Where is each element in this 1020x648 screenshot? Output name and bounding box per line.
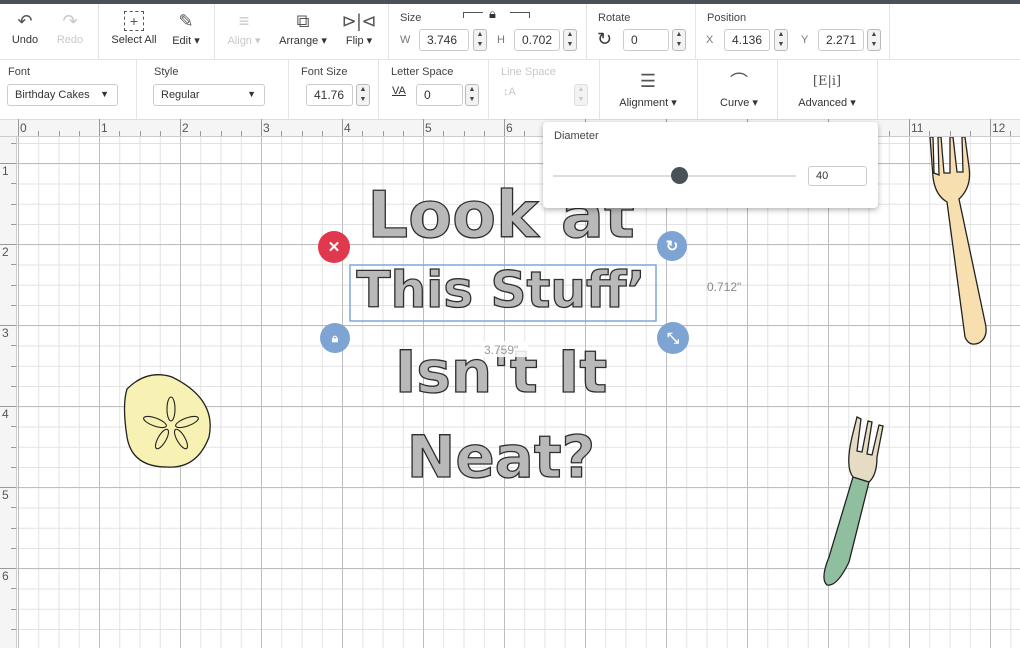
ruler-left-label: 4: [2, 407, 9, 421]
close-icon: ✕: [327, 239, 341, 256]
ruler-top-label: 6: [506, 121, 513, 135]
lock-icon: 🔒︎: [331, 330, 339, 345]
edit-button[interactable]: ✎ Edit ▾: [166, 8, 206, 48]
font-select[interactable]: Birthday Cakes ▼: [7, 84, 118, 106]
position-y-stepper[interactable]: ▲ ▼: [867, 29, 881, 51]
flip-icon: ⊳|⊲: [341, 10, 377, 31]
delete-handle[interactable]: ✕: [318, 231, 350, 263]
ruler-top-label: 5: [425, 121, 432, 135]
ruler-left: 1 2 3 4 5 6: [0, 137, 17, 648]
width-stepper[interactable]: ▲ ▼: [473, 29, 487, 51]
chevron-down-icon: ▼: [247, 89, 256, 99]
chevron-down-icon: ▼: [100, 89, 109, 99]
edit-icon: ✎: [178, 10, 194, 31]
height-input[interactable]: 0.702: [514, 29, 560, 51]
curve-popup: Diameter 40: [543, 122, 878, 208]
alignment-button[interactable]: ☰ Alignment ▾: [606, 66, 690, 110]
ruler-left-label: 6: [2, 569, 9, 583]
align-button[interactable]: ≡ Align ▾: [222, 8, 266, 48]
style-select[interactable]: Regular ▼: [153, 84, 265, 106]
position-x-stepper[interactable]: ▲ ▼: [774, 29, 788, 51]
text-toolbar: Font Birthday Cakes ▼ Style Regular ▼ Font…: [0, 60, 1020, 120]
letter-space-icon: VA: [392, 85, 406, 97]
resize-handle[interactable]: ⤡: [657, 322, 689, 354]
width-input[interactable]: 3.746: [419, 29, 469, 51]
rotate-icon: ↻: [665, 238, 679, 255]
select-all-button[interactable]: + Select All: [106, 8, 162, 46]
rotate-icon: ↻: [597, 29, 613, 49]
rotate-input[interactable]: 0: [623, 29, 669, 51]
ruler-top-label: 0: [20, 121, 27, 135]
ruler-top-label: 4: [344, 121, 351, 135]
redo-button[interactable]: ↷ Redo: [52, 8, 88, 47]
curve-icon: ⌒: [730, 72, 748, 92]
advanced-icon: [E|i]: [812, 73, 842, 89]
curve-button[interactable]: ⌒ Curve ▾: [704, 66, 774, 109]
ruler-left-label: 1: [2, 164, 9, 178]
font-size-input[interactable]: 41.76: [306, 84, 353, 106]
align-icon: ≡: [238, 10, 250, 31]
rotate-stepper[interactable]: ▲ ▼: [672, 29, 686, 51]
redo-icon: ↷: [62, 10, 78, 31]
text-line-4[interactable]: Neat?: [406, 422, 596, 491]
ruler-top-label: 3: [263, 121, 270, 135]
ruler-left-label: 2: [2, 245, 9, 259]
font-size-stepper[interactable]: ▲ ▼: [356, 84, 370, 106]
line-space-icon: ↕A: [503, 86, 516, 98]
letter-space-stepper[interactable]: ▲ ▼: [465, 84, 479, 106]
lock-handle[interactable]: 🔒︎: [320, 323, 350, 353]
flip-button[interactable]: ⊳|⊲ Flip ▾: [340, 8, 378, 48]
undo-icon: ↶: [17, 10, 33, 31]
letter-space-input[interactable]: 0: [416, 84, 463, 106]
position-x-input[interactable]: 4.136: [724, 29, 770, 51]
edit-toolbar: ↶ Undo ↷ Redo + Select All ✎ Edit ▾ ≡ Align ▾…: [0, 4, 1020, 60]
advanced-button[interactable]: [E|i] Advanced ▾: [784, 66, 870, 110]
arrange-button[interactable]: ⧉ Arrange ▾: [274, 8, 332, 48]
resize-icon: ⤡: [666, 329, 679, 347]
ruler-top-label: 11: [911, 121, 924, 135]
fork-image-green[interactable]: [823, 416, 884, 586]
rotate-handle[interactable]: ↻: [657, 231, 687, 261]
height-stepper[interactable]: ▲ ▼: [563, 29, 577, 51]
height-dimension-label: 0.712": [707, 280, 741, 294]
line-space-stepper: ▲ ▼: [574, 84, 588, 106]
select-all-icon: +: [106, 8, 162, 34]
sand-dollar-image[interactable]: [123, 374, 211, 468]
diameter-input[interactable]: 40: [808, 166, 867, 186]
ruler-top-label: 12: [992, 121, 1006, 135]
fork-image-beige[interactable]: [929, 137, 987, 345]
arrange-icon: ⧉: [296, 10, 310, 31]
width-dimension-label: 3.759": [484, 343, 518, 357]
ruler-top-label: 2: [182, 121, 189, 135]
align-left-icon: ☰: [639, 70, 657, 91]
undo-button[interactable]: ↶ Undo: [6, 8, 44, 47]
text-line-2[interactable]: This Stuff’: [356, 260, 646, 319]
ruler-top-label: 1: [101, 121, 108, 135]
diameter-slider-handle[interactable]: [671, 167, 689, 184]
position-y-input[interactable]: 2.271: [818, 29, 864, 51]
ruler-left-label: 5: [2, 488, 9, 502]
lock-icon[interactable]: 🔒︎: [489, 6, 496, 22]
ruler-left-label: 3: [2, 326, 9, 340]
design-canvas[interactable]: Look at This Stuff’ Isn't It Neat? 0.712…: [17, 137, 1020, 648]
